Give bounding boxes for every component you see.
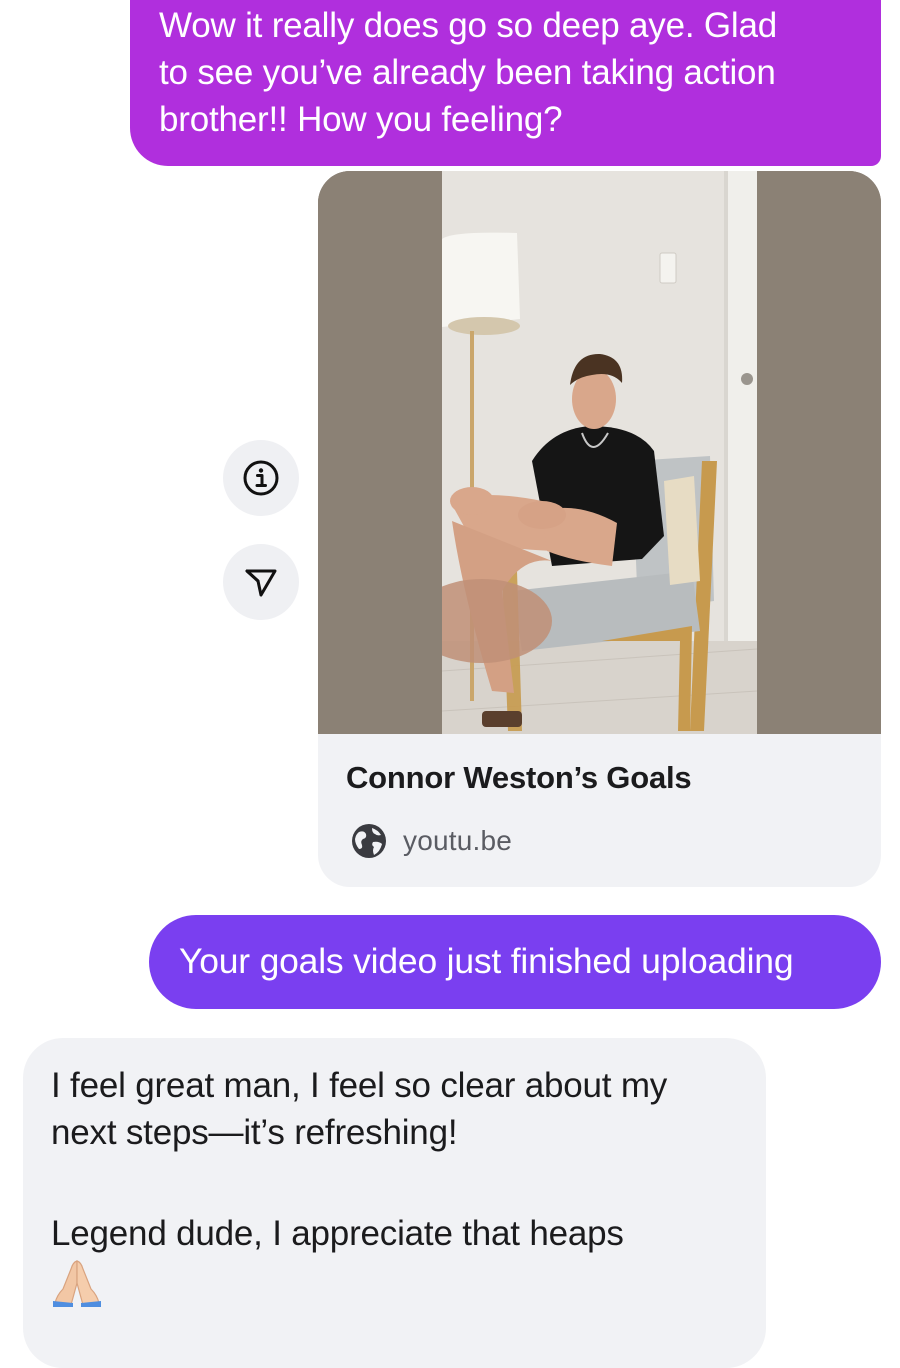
share-button[interactable] [223,544,299,620]
link-domain-row: youtu.be [350,821,512,861]
video-still [442,171,757,734]
message-line: Legend dude, I appreciate that heaps [51,1214,624,1253]
link-preview-card[interactable]: Connor Weston’s Goals youtu.be [318,171,881,887]
message-line: next steps—it’s refreshing! [51,1113,458,1152]
globe-icon [352,824,386,858]
video-still-illustration [442,171,757,734]
message-line: I feel great man, I feel so clear about … [51,1066,668,1105]
pray-emoji-icon [53,1260,101,1307]
info-button[interactable] [223,440,299,516]
incoming-message-bubble[interactable]: I feel great man, I feel so clear about … [23,1038,766,1368]
outgoing-message-bubble[interactable]: Your goals video just finished uploading [149,915,881,1009]
send-icon [245,569,277,597]
outgoing-message-bubble[interactable]: Wow it really does go so deep aye. Glad … [130,0,881,166]
video-pillarbox [318,171,442,734]
link-title: Connor Weston’s Goals [346,760,692,795]
message-line: brother!! How you feeling? [159,100,563,139]
message-line: to see you’ve already been taking action [159,53,776,92]
video-thumbnail[interactable] [318,171,881,734]
video-pillarbox [757,171,881,734]
info-icon [243,460,279,496]
link-domain: youtu.be [403,825,513,856]
message-line: Wow it really does go so deep aye. Glad [159,6,778,45]
